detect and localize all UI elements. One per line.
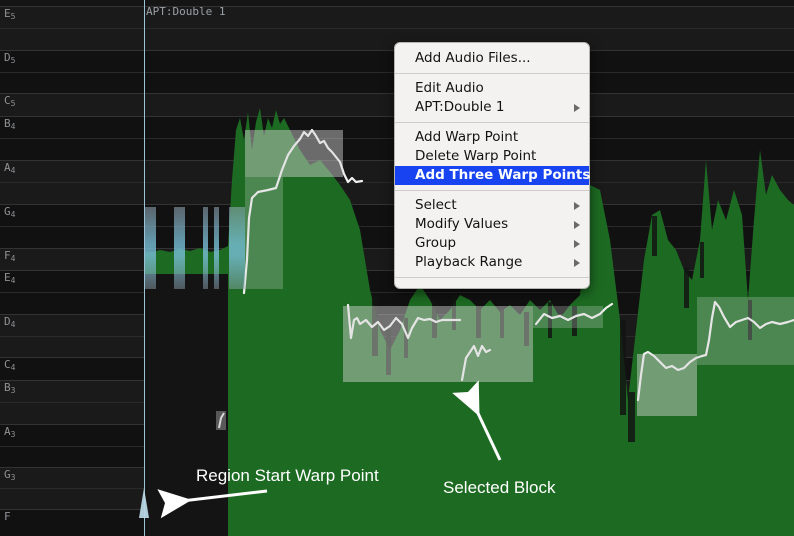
submenu-arrow-icon: [574, 220, 580, 229]
waveform-silence: [144, 274, 228, 536]
menu-item-label: APT:Double 1: [415, 99, 505, 115]
waveform-notch: [386, 330, 391, 375]
region-name-label: APT:Double 1: [146, 5, 226, 18]
region-start-warp-point[interactable]: [139, 488, 149, 518]
menu-item-apt-double-1[interactable]: APT:Double 1: [395, 98, 589, 117]
menu-item-add-warp-point[interactable]: Add Warp Point: [395, 128, 589, 147]
warp-bar-blue[interactable]: [214, 207, 219, 289]
menu-item-group[interactable]: Group: [395, 234, 589, 253]
menu-item-label: Delete Warp Point: [415, 148, 537, 164]
menu-item-add-three-warp-points[interactable]: Add Three Warp Points: [395, 166, 591, 185]
menu-item-label: Modify Values: [415, 216, 509, 232]
menu-item-select[interactable]: Select: [395, 196, 589, 215]
warp-bar-blue[interactable]: [203, 207, 208, 289]
annotation-selected-block: Selected Block: [443, 478, 556, 497]
waveform-notch: [548, 302, 552, 338]
menu-separator: [395, 122, 589, 123]
menu-item-label: Add Three Warp Points: [415, 167, 591, 183]
waveform-notch: [572, 306, 577, 336]
submenu-arrow-icon: [574, 258, 580, 267]
submenu-arrow-icon: [574, 103, 580, 112]
menu-separator: [395, 277, 589, 278]
menu-separator: [395, 190, 589, 191]
warp-point-marker[interactable]: [216, 411, 226, 430]
waveform-notch: [500, 308, 504, 338]
warp-bar-blue[interactable]: [144, 207, 156, 289]
menu-item-delete-warp-point[interactable]: Delete Warp Point: [395, 147, 589, 166]
waveform-notch: [652, 216, 657, 256]
waveform-notch: [432, 300, 437, 338]
menu-item-label: Add Audio Files...: [415, 50, 531, 66]
menu-item-label: Add Warp Point: [415, 129, 519, 145]
menu-item-label: Group: [415, 235, 457, 251]
warp-bar-blue[interactable]: [174, 207, 185, 289]
waveform-notch: [628, 392, 635, 442]
menu-separator: [395, 73, 589, 74]
menu-item-modify-values[interactable]: Modify Values: [395, 215, 589, 234]
waveform-notch: [684, 268, 689, 308]
menu-item-edit-audio[interactable]: Edit Audio: [395, 79, 589, 98]
waveform-notch: [476, 302, 481, 338]
menu-item-playback-range[interactable]: Playback Range: [395, 253, 589, 272]
warp-bar-blue[interactable]: [229, 207, 245, 289]
menu-item-add-audio-files[interactable]: Add Audio Files...: [395, 49, 589, 68]
waveform-notch: [620, 320, 626, 415]
waveform-notch: [524, 312, 529, 346]
submenu-arrow-icon: [574, 201, 580, 210]
menu-item-label: Select: [415, 197, 457, 213]
annotation-region-start-warp-point: Region Start Warp Point: [196, 466, 379, 485]
menu-item-label: Playback Range: [415, 254, 523, 270]
submenu-arrow-icon: [574, 239, 580, 248]
playhead-line[interactable]: [144, 0, 145, 536]
menu-item-label: Edit Audio: [415, 80, 484, 96]
waveform-notch: [452, 296, 456, 330]
context-menu[interactable]: Add Audio Files... Edit Audio APT:Double 1…: [394, 42, 590, 289]
waveform-notch: [700, 242, 704, 278]
